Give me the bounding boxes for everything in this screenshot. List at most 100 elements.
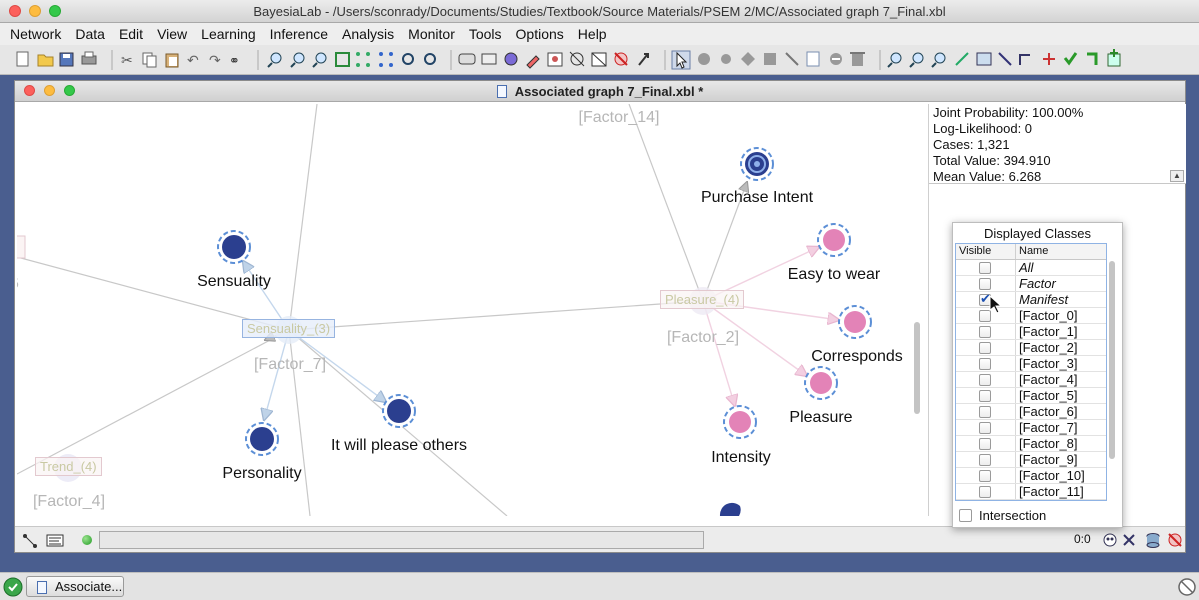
decision-node-icon[interactable] — [741, 52, 755, 66]
remove-icon[interactable] — [830, 53, 842, 65]
copy-icon[interactable] — [142, 52, 157, 68]
menu-tools[interactable]: Tools — [462, 23, 509, 45]
class-row[interactable]: [Factor_3] — [956, 356, 1106, 372]
class-row[interactable]: [Factor_11] — [956, 484, 1106, 500]
menu-options[interactable]: Options — [509, 23, 571, 45]
comment-icon[interactable] — [481, 53, 497, 65]
table-icon[interactable] — [976, 52, 992, 66]
menu-analysis[interactable]: Analysis — [335, 23, 401, 45]
zoom-in-2-icon[interactable] — [887, 52, 902, 68]
collapse-up-icon[interactable]: ▲ — [1170, 170, 1184, 182]
class-visible-checkbox[interactable] — [979, 486, 991, 498]
class-row[interactable]: [Factor_7] — [956, 420, 1106, 436]
menu-view[interactable]: View — [150, 23, 194, 45]
zoom-out-icon[interactable] — [290, 52, 305, 68]
class-visible-checkbox[interactable] — [979, 422, 991, 434]
class-visible-checkbox[interactable] — [979, 470, 991, 482]
class-visible-checkbox[interactable] — [979, 454, 991, 466]
wand-icon[interactable] — [955, 52, 969, 66]
fit-window-icon[interactable] — [335, 52, 350, 67]
paste-icon[interactable] — [165, 53, 179, 68]
classes-scrollbar[interactable] — [1109, 261, 1115, 459]
rotate-right-icon[interactable] — [424, 53, 436, 65]
intersection-checkbox[interactable] — [959, 509, 972, 522]
corner-icon[interactable] — [1087, 52, 1098, 65]
class-visible-checkbox[interactable] — [979, 438, 991, 450]
node-purchase-intent[interactable] — [740, 147, 774, 181]
class-visible-checkbox[interactable] — [979, 358, 991, 370]
class-row[interactable]: [Factor_9] — [956, 452, 1106, 468]
menu-network[interactable]: Network — [3, 23, 68, 45]
undo-icon[interactable]: ↶ — [187, 52, 199, 68]
rotate-left-icon[interactable] — [402, 53, 414, 65]
class-row[interactable]: [Factor_0] — [956, 308, 1106, 324]
column-visible[interactable]: Visible — [956, 244, 1016, 259]
note-icon[interactable] — [806, 51, 820, 67]
column-name[interactable]: Name — [1016, 244, 1106, 259]
class-row[interactable]: All — [956, 260, 1106, 276]
class-row[interactable]: [Factor_2] — [956, 340, 1106, 356]
database-icon[interactable] — [1146, 533, 1160, 548]
node-easy-to-wear[interactable] — [817, 223, 851, 257]
class-row[interactable]: [Factor_4] — [956, 372, 1106, 388]
no-evidence-icon[interactable] — [1168, 533, 1182, 547]
pencil-icon[interactable] — [526, 55, 540, 69]
zoom-fit-icon[interactable] — [312, 52, 327, 68]
small-node-icon[interactable] — [721, 54, 731, 64]
class-visible-checkbox[interactable] — [979, 262, 991, 274]
class-row[interactable]: [Factor_8] — [956, 436, 1106, 452]
app-logo-icon[interactable] — [2, 576, 24, 598]
no-arc-icon[interactable] — [614, 52, 628, 66]
display-icon[interactable] — [458, 53, 476, 65]
check-icon[interactable] — [1063, 52, 1078, 66]
class-visible-checkbox[interactable] — [979, 342, 991, 354]
layout-2-icon[interactable] — [379, 52, 393, 67]
zoom-in-icon[interactable] — [267, 52, 282, 68]
node-personality[interactable] — [245, 422, 279, 456]
split-icon[interactable] — [1043, 53, 1055, 65]
class-box-pleasure[interactable]: Pleasure_(4) — [660, 290, 745, 309]
class-row[interactable]: Manifest — [956, 291, 1106, 308]
image-icon[interactable] — [547, 52, 563, 67]
no-entry-icon[interactable] — [1176, 576, 1198, 598]
trash-icon[interactable] — [850, 52, 865, 66]
arc-tool-icon[interactable] — [23, 534, 37, 548]
redo-icon[interactable]: ↷ — [209, 52, 221, 68]
menu-inference[interactable]: Inference — [263, 23, 335, 45]
plus-grid-icon[interactable] — [1107, 49, 1121, 67]
zoom-3-icon[interactable] — [931, 52, 946, 68]
arc-create-icon[interactable] — [785, 52, 799, 66]
node-style-icon[interactable] — [504, 52, 518, 66]
arrow-down-icon[interactable] — [998, 52, 1012, 66]
taskbar-window-button[interactable]: Associate... — [26, 576, 124, 597]
menu-data[interactable]: Data — [68, 23, 112, 45]
node-create-icon[interactable] — [698, 53, 710, 65]
node-sensuality[interactable] — [217, 230, 251, 264]
class-visible-checkbox[interactable] — [979, 406, 991, 418]
class-row[interactable]: [Factor_6] — [956, 404, 1106, 420]
vertical-scrollbar[interactable] — [914, 322, 920, 414]
class-visible-checkbox[interactable] — [979, 374, 991, 386]
zoom-out-2-icon[interactable] — [909, 52, 924, 68]
arc-direction-icon[interactable] — [638, 53, 649, 66]
menu-help[interactable]: Help — [571, 23, 614, 45]
shuffle-icon[interactable] — [1123, 534, 1135, 546]
node-pleasure[interactable] — [804, 366, 838, 400]
class-box-trend[interactable]: Trend_(4) — [35, 457, 102, 476]
select-arrow-icon[interactable] — [671, 50, 691, 70]
open-folder-icon[interactable] — [37, 54, 54, 67]
merge-icon[interactable] — [1019, 54, 1030, 65]
menu-edit[interactable]: Edit — [112, 23, 150, 45]
save-icon[interactable] — [59, 52, 74, 67]
menu-learning[interactable]: Learning — [194, 23, 263, 45]
node-intensity[interactable] — [723, 405, 757, 439]
node-it-will-please-others[interactable] — [382, 394, 416, 428]
intersection-option[interactable]: Intersection — [959, 508, 1046, 523]
hide-icon[interactable] — [591, 52, 607, 67]
class-row[interactable]: Factor — [956, 276, 1106, 292]
find-icon[interactable]: ⚭ — [229, 53, 240, 68]
print-icon[interactable] — [81, 51, 97, 65]
layout-icon[interactable] — [356, 52, 370, 67]
class-box-sensuality[interactable]: Sensuality_(3) — [242, 319, 336, 338]
evidence-icon[interactable] — [1103, 533, 1117, 547]
